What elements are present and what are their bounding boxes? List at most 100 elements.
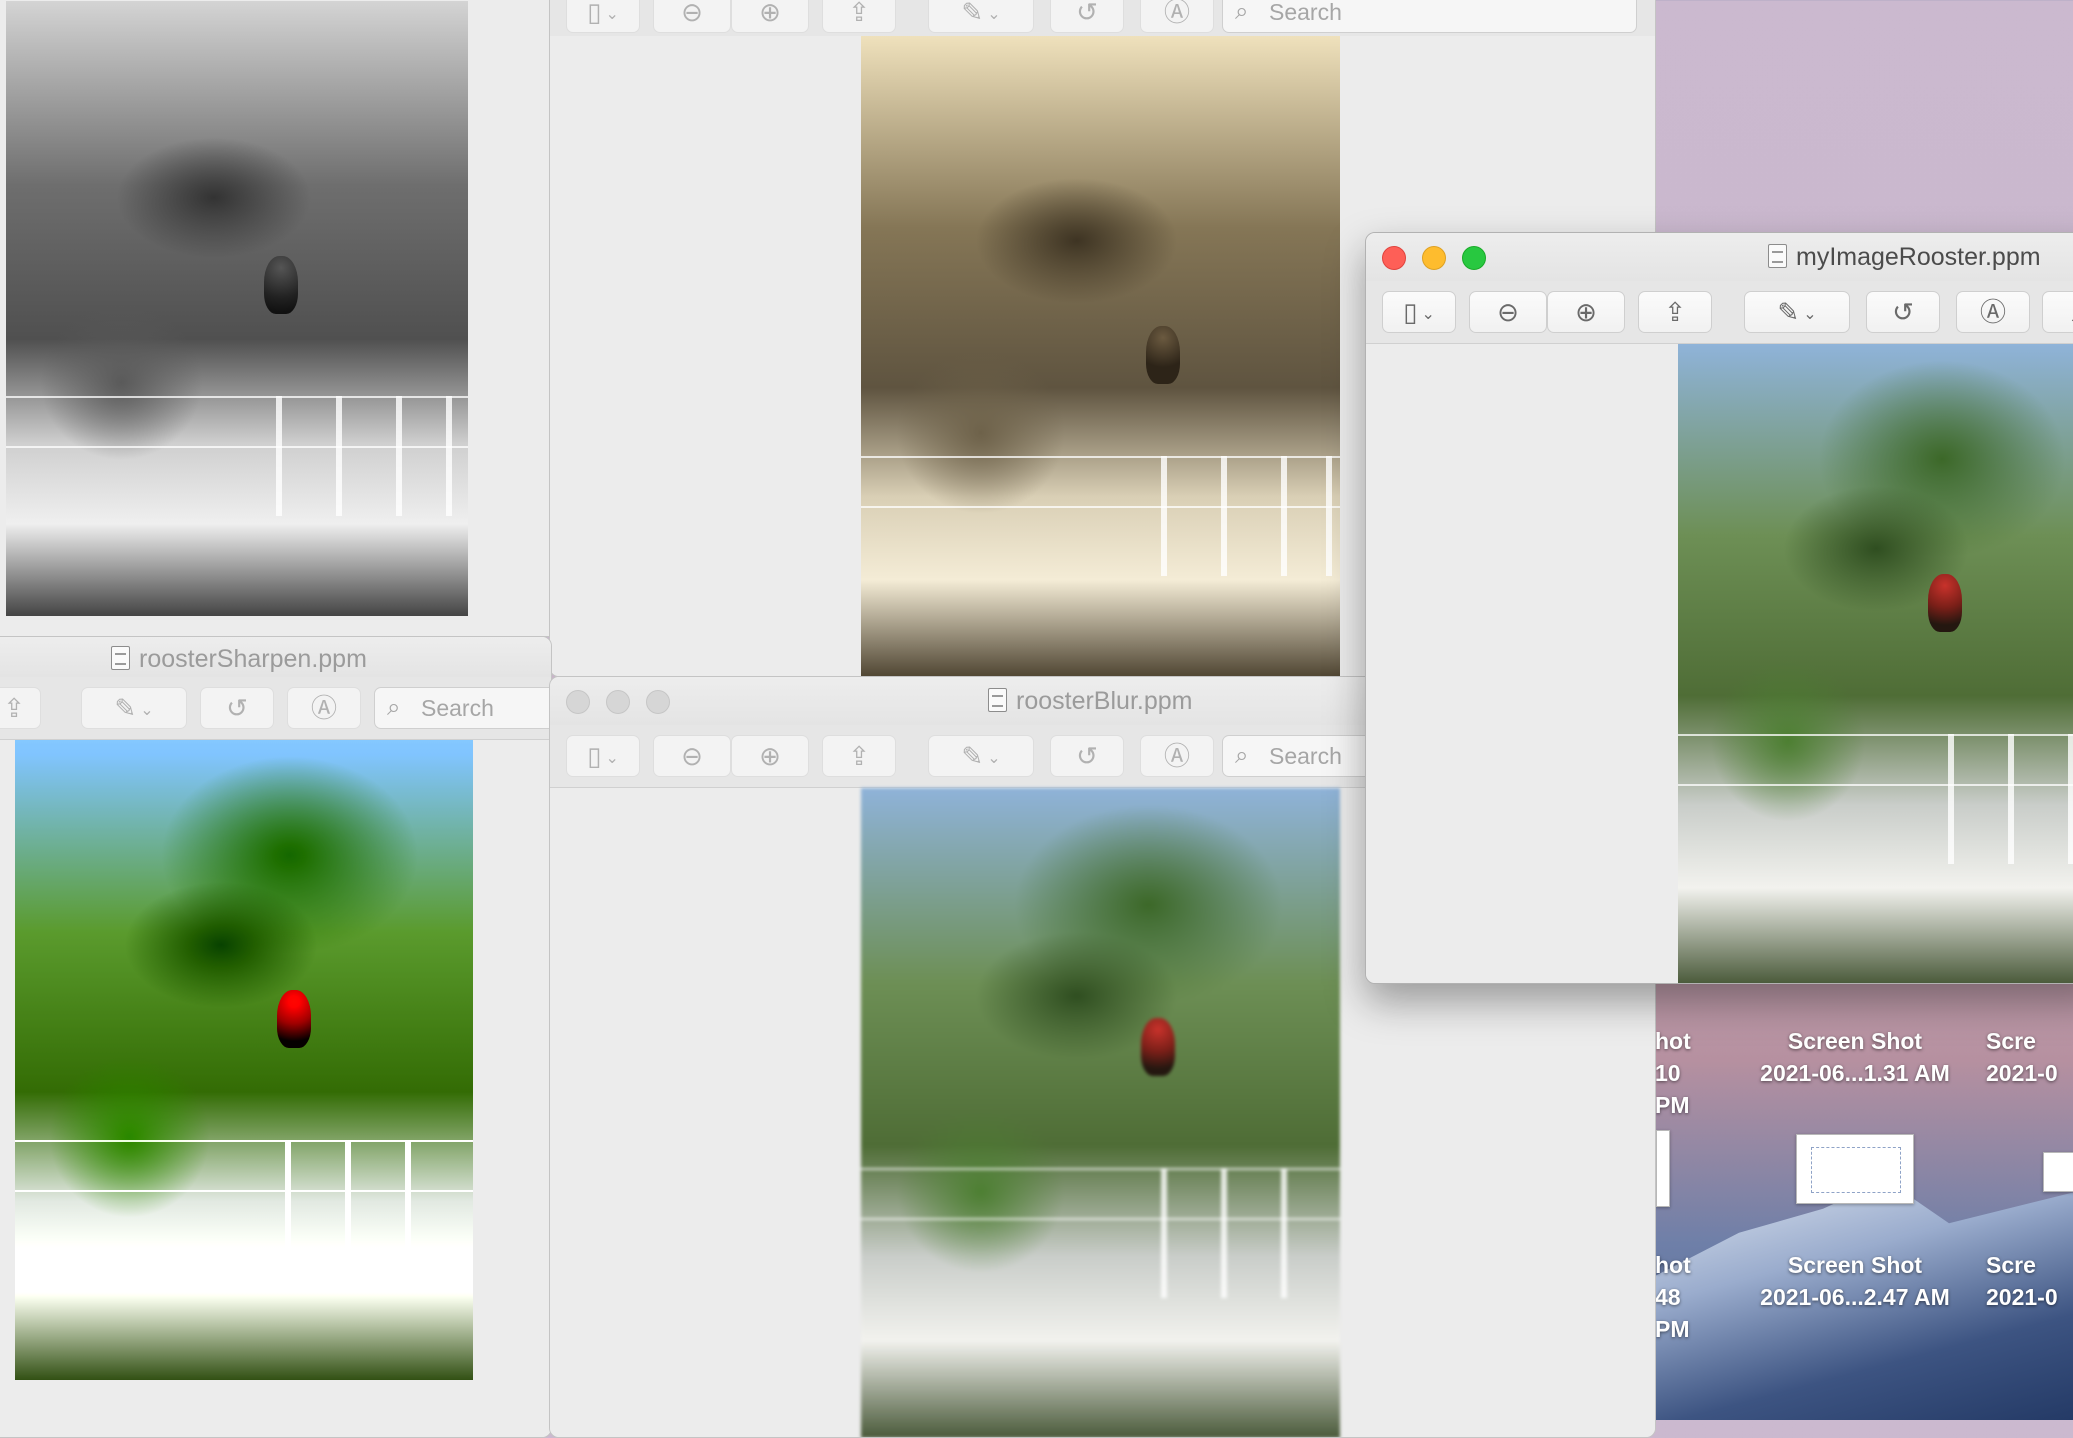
rooster-image-sharpened xyxy=(15,740,473,1380)
search-placeholder: Search xyxy=(421,695,494,721)
desktop-icon-label: hot xyxy=(1655,1028,1691,1054)
desktop-icon-label: Screen Shot xyxy=(1787,1028,1923,1054)
search-placeholder: Search xyxy=(1269,0,1342,25)
annotate-button[interactable]: Ⓐ xyxy=(1140,735,1214,777)
minimize-button[interactable] xyxy=(606,690,630,714)
preview-window-sharpen[interactable]: roosterSharpen.ppm ⇪ ✎ ⌄ ↺ Ⓐ ⌕ Search xyxy=(0,636,552,1438)
share-button[interactable]: ⇪ xyxy=(822,735,896,777)
rooster-image-sepia xyxy=(861,36,1340,676)
search-field[interactable]: ⌕ Search xyxy=(1222,0,1637,33)
zoom-in-icon: ⊕ xyxy=(759,741,781,771)
rooster-image-grayscale xyxy=(6,1,468,616)
window-title: roosterBlur.ppm xyxy=(988,687,1192,716)
rotate-button[interactable]: ↺ xyxy=(1050,735,1124,777)
desktop-icon-partial[interactable]: hot 10 PM xyxy=(1655,1025,1715,1121)
share-button[interactable]: ⇪ xyxy=(0,687,41,729)
preview-window-original[interactable]: myImageRooster.ppm ▯⌄ ⊖ ⊕ ⇪ ✎⌄ ↺ Ⓐ ⌕ xyxy=(1365,232,2073,984)
minimize-button[interactable] xyxy=(1422,246,1446,270)
close-button[interactable] xyxy=(1382,246,1406,270)
window-title-text: roosterSharpen.ppm xyxy=(139,645,367,673)
desktop-icon-label: 10 PM xyxy=(1655,1060,1690,1118)
search-icon: ⌕ xyxy=(1235,742,1249,769)
zoom-out-icon: ⊖ xyxy=(681,0,703,27)
annotate-button[interactable]: Ⓐ xyxy=(1956,291,2030,333)
share-icon: ⇪ xyxy=(848,741,870,771)
rooster-image-original xyxy=(1678,344,2073,983)
desktop-icon-partial[interactable]: hot 48 PM xyxy=(1655,1249,1715,1345)
desktop-file-thumbnail[interactable] xyxy=(1796,1134,1914,1204)
desktop-icon-label: 2021-0 xyxy=(1986,1284,2058,1310)
image-viewport xyxy=(0,0,551,636)
image-viewport xyxy=(0,740,551,1437)
desktop-icon-screenshot[interactable]: Screen Shot 2021-06...1.31 AM xyxy=(1745,1025,1965,1089)
zoom-button[interactable] xyxy=(646,690,670,714)
desktop-icon-label: Screen Shot xyxy=(1787,1252,1923,1278)
pen-icon: ✎ xyxy=(114,693,137,723)
annotate-button[interactable]: Ⓐ xyxy=(1140,0,1214,33)
markup-circle-icon: Ⓐ xyxy=(310,693,337,723)
zoom-in-button[interactable]: ⊕ xyxy=(1547,291,1625,333)
titlebar: myImageRooster.ppm xyxy=(1366,233,2073,281)
desktop-icon-label: 2021-06...1.31 AM xyxy=(1760,1060,1950,1086)
zoom-in-button[interactable]: ⊕ xyxy=(731,0,809,33)
document-icon xyxy=(1768,244,1787,268)
desktop-icon-partial[interactable]: Scre 2021-0 xyxy=(1986,1249,2073,1313)
document-icon xyxy=(111,646,130,670)
desktop-icon-label: 2021-06...2.47 AM xyxy=(1760,1284,1950,1310)
close-button[interactable] xyxy=(566,690,590,714)
sidebar-button[interactable]: ▯ ⌄ xyxy=(566,0,640,33)
window-title-text: myImageRooster.ppm xyxy=(1796,243,2041,271)
rotate-button[interactable]: ↺ xyxy=(200,687,274,729)
markup-button[interactable]: ✎ ⌄ xyxy=(928,735,1034,777)
pen-icon: ✎ xyxy=(1777,297,1800,327)
sidebar-button[interactable]: ▯ ⌄ xyxy=(1382,291,1456,333)
rotate-button[interactable]: ↺ xyxy=(1866,291,1940,333)
document-icon xyxy=(988,688,1007,712)
sidebar-button[interactable]: ▯ ⌄ xyxy=(566,735,640,777)
image-viewport xyxy=(1366,344,2073,983)
zoom-out-icon: ⊖ xyxy=(681,741,703,771)
search-placeholder: Search xyxy=(1269,743,1342,769)
rooster-image-blurred xyxy=(861,788,1340,1437)
share-icon: ⇪ xyxy=(1664,297,1686,327)
rotate-icon: ↺ xyxy=(226,693,248,723)
zoom-out-button[interactable]: ⊖ xyxy=(653,735,731,777)
markup-circle-icon: Ⓐ xyxy=(1979,297,2006,327)
rotate-button[interactable]: ↺ xyxy=(1050,0,1124,33)
markup-circle-icon: Ⓐ xyxy=(1163,741,1190,771)
desktop-file-thumbnail[interactable] xyxy=(1656,1130,1670,1207)
search-icon: ⌕ xyxy=(1235,0,1249,25)
titlebar: roosterSharpen.ppm xyxy=(0,637,551,677)
markup-button[interactable]: ✎ ⌄ xyxy=(1744,291,1850,333)
share-button[interactable]: ⇪ xyxy=(1638,291,1712,333)
share-button[interactable]: ⇪ xyxy=(822,0,896,33)
zoom-in-button[interactable]: ⊕ xyxy=(731,735,809,777)
pen-icon: ✎ xyxy=(961,0,984,27)
markup-circle-icon: Ⓐ xyxy=(1163,0,1190,27)
annotate-button[interactable]: Ⓐ xyxy=(287,687,361,729)
zoom-in-icon: ⊕ xyxy=(759,0,781,27)
desktop-icon-screenshot[interactable]: Screen Shot 2021-06...2.47 AM xyxy=(1745,1249,1965,1313)
toolbar: ▯⌄ ⊖ ⊕ ⇪ ✎⌄ ↺ Ⓐ ⌕ xyxy=(1366,281,2073,344)
rotate-icon: ↺ xyxy=(1076,0,1098,27)
zoom-out-button[interactable]: ⊖ xyxy=(653,0,731,33)
rotate-icon: ↺ xyxy=(1892,297,1914,327)
desktop-icon-label: hot xyxy=(1655,1252,1691,1278)
markup-button[interactable]: ✎ ⌄ xyxy=(81,687,187,729)
pen-icon: ✎ xyxy=(961,741,984,771)
search-field[interactable]: ⌕ Search xyxy=(374,687,551,729)
zoom-in-icon: ⊕ xyxy=(1575,297,1597,327)
window-title: myImageRooster.ppm xyxy=(1768,243,2041,272)
rotate-icon: ↺ xyxy=(1076,741,1098,771)
sidebar-icon: ▯ xyxy=(587,741,602,771)
desktop-icon-label: 2021-0 xyxy=(1986,1060,2058,1086)
markup-button[interactable]: ✎ ⌄ xyxy=(928,0,1034,33)
desktop-icon-label: Scre xyxy=(1986,1028,2036,1054)
search-button[interactable]: ⌕ xyxy=(2042,291,2073,333)
sidebar-icon: ▯ xyxy=(587,0,602,27)
desktop-file-thumbnail[interactable] xyxy=(2043,1152,2073,1192)
zoom-out-button[interactable]: ⊖ xyxy=(1469,291,1547,333)
zoom-button[interactable] xyxy=(1462,246,1486,270)
preview-window-grayscale[interactable] xyxy=(0,0,552,637)
desktop-icon-partial[interactable]: Scre 2021-0 xyxy=(1986,1025,2073,1089)
